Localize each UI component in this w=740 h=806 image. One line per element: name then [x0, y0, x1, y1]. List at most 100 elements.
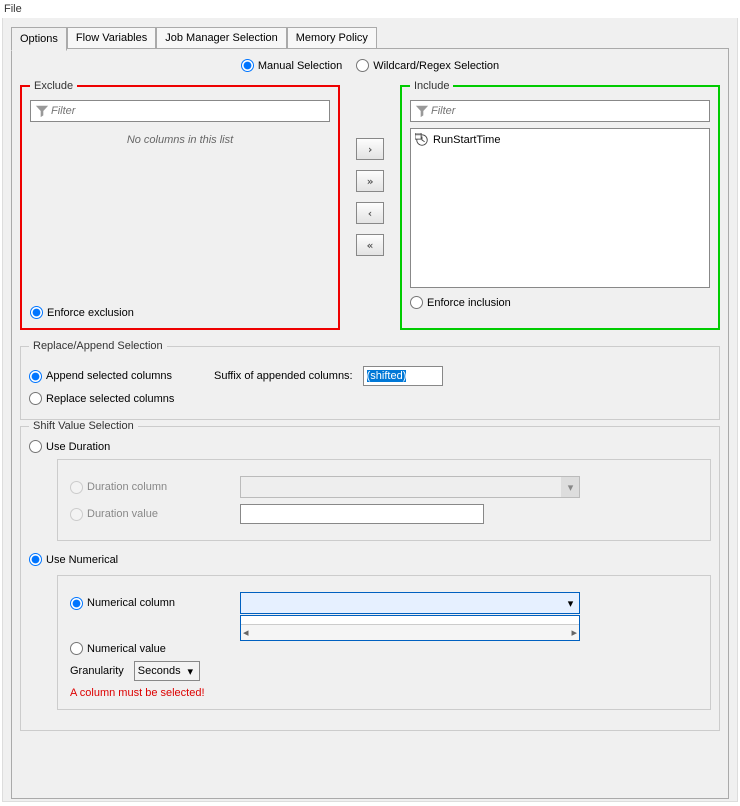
include-legend: Include [410, 80, 453, 92]
tab-memory-policy[interactable]: Memory Policy [287, 27, 377, 49]
manual-selection-radio[interactable]: Manual Selection [241, 59, 342, 72]
numerical-column-radio[interactable]: Numerical column [70, 597, 230, 610]
duration-column-input [70, 481, 83, 494]
enforce-inclusion-radio[interactable]: Enforce inclusion [410, 296, 710, 309]
dialog-window: File Options Flow Variables Job Manager … [0, 0, 740, 806]
append-columns-radio[interactable]: Append selected columns [29, 370, 204, 383]
chevron-down-icon: ▾ [561, 477, 579, 497]
include-list[interactable]: RunStartTime [410, 128, 710, 288]
duration-column-row: Duration column ▾ [70, 476, 698, 498]
use-numerical-label: Use Numerical [46, 554, 118, 566]
suffix-input[interactable]: (shifted) [363, 366, 443, 386]
tab-bar: Options Flow Variables Job Manager Selec… [11, 27, 729, 49]
enforce-exclusion-input[interactable] [30, 306, 43, 319]
exclude-empty-text: No columns in this list [127, 134, 233, 146]
numerical-column-input[interactable] [70, 597, 83, 610]
error-message: A column must be selected! [70, 687, 698, 699]
tab-flow-variables[interactable]: Flow Variables [67, 27, 156, 49]
wildcard-selection-label: Wildcard/Regex Selection [373, 60, 499, 72]
tab-job-manager[interactable]: Job Manager Selection [156, 27, 287, 49]
suffix-label: Suffix of appended columns: [214, 370, 353, 382]
replace-columns-input[interactable] [29, 392, 42, 405]
use-numerical-input[interactable] [29, 553, 42, 566]
duration-value-radio: Duration value [70, 508, 230, 521]
chevron-down-icon[interactable]: ▾ [561, 593, 579, 613]
move-buttons: › » ‹ « [340, 80, 400, 330]
scroll-right-icon[interactable]: ▸ [571, 626, 577, 639]
duration-column-dropdown: ▾ [240, 476, 580, 498]
wildcard-selection-input[interactable] [356, 59, 369, 72]
options-panel: Manual Selection Wildcard/Regex Selectio… [11, 48, 729, 799]
wildcard-selection-radio[interactable]: Wildcard/Regex Selection [356, 59, 499, 72]
numerical-column-dropdown[interactable]: ▾ ◂ ▸ [240, 592, 580, 614]
replace-row: Replace selected columns [29, 392, 711, 405]
append-row: Append selected columns Suffix of append… [29, 366, 711, 386]
exclude-filter-input[interactable] [49, 102, 325, 120]
exclude-column: Exclude No columns in this list Enforce … [20, 80, 340, 330]
enforce-exclusion-radio[interactable]: Enforce exclusion [30, 306, 330, 319]
enforce-inclusion-label: Enforce inclusion [427, 297, 511, 309]
duration-column-radio: Duration column [70, 481, 230, 494]
shift-value-legend: Shift Value Selection [29, 420, 138, 432]
dropdown-scrollbar[interactable]: ◂ ▸ [241, 624, 579, 640]
include-column: Include [400, 80, 720, 330]
move-left-button[interactable]: ‹ [356, 202, 384, 224]
duration-group: Duration column ▾ Duration value [57, 459, 711, 541]
numerical-value-row: Numerical value [70, 642, 698, 655]
column-twin-list: Exclude No columns in this list Enforce … [20, 80, 720, 330]
move-all-right-button[interactable]: » [356, 170, 384, 192]
enforce-exclusion-label: Enforce exclusion [47, 307, 134, 319]
tab-options[interactable]: Options [11, 27, 67, 51]
list-item-label: RunStartTime [433, 134, 500, 146]
append-columns-input[interactable] [29, 370, 42, 383]
include-filter-input[interactable] [429, 102, 705, 120]
include-filter[interactable] [410, 100, 710, 122]
use-duration-label: Use Duration [46, 441, 110, 453]
exclude-enforce-row: Enforce exclusion [30, 306, 330, 319]
suffix-value: (shifted) [367, 370, 407, 382]
menubar: File [0, 0, 740, 18]
replace-columns-radio[interactable]: Replace selected columns [29, 392, 174, 405]
duration-value-field [240, 504, 484, 524]
exclude-fieldset: Exclude No columns in this list Enforce … [20, 80, 340, 330]
include-enforce-row: Enforce inclusion [410, 296, 710, 309]
replace-append-legend: Replace/Append Selection [29, 340, 167, 352]
move-all-left-button[interactable]: « [356, 234, 384, 256]
numerical-column-row: Numerical column ▾ ◂ ▸ [70, 592, 698, 614]
use-duration-radio[interactable]: Use Duration [29, 440, 711, 453]
duration-value-label: Duration value [87, 508, 158, 520]
filter-icon [415, 104, 429, 118]
duration-value-input [70, 508, 83, 521]
selection-mode-row: Manual Selection Wildcard/Regex Selectio… [20, 59, 720, 72]
manual-selection-label: Manual Selection [258, 60, 342, 72]
exclude-list[interactable]: No columns in this list [30, 128, 330, 298]
exclude-legend: Exclude [30, 80, 77, 92]
move-right-button[interactable]: › [356, 138, 384, 160]
shift-value-fieldset: Shift Value Selection Use Duration Durat… [20, 420, 720, 731]
granularity-label: Granularity [70, 665, 124, 677]
enforce-inclusion-input[interactable] [410, 296, 423, 309]
granularity-row: Granularity Seconds ▾ [70, 661, 698, 681]
include-fieldset: Include [400, 80, 720, 330]
exclude-filter[interactable] [30, 100, 330, 122]
chevron-down-icon[interactable]: ▾ [181, 662, 199, 680]
numerical-value-input[interactable] [70, 642, 83, 655]
append-columns-label: Append selected columns [46, 370, 172, 382]
numerical-group: Numerical column ▾ ◂ ▸ [57, 575, 711, 710]
scroll-left-icon[interactable]: ◂ [243, 626, 249, 639]
numerical-column-label: Numerical column [87, 597, 175, 609]
replace-append-fieldset: Replace/Append Selection Append selected… [20, 340, 720, 420]
content-area: Options Flow Variables Job Manager Selec… [2, 18, 738, 802]
numerical-column-dropdown-list[interactable]: ◂ ▸ [240, 615, 580, 641]
replace-columns-label: Replace selected columns [46, 393, 174, 405]
filter-icon [35, 104, 49, 118]
list-item[interactable]: RunStartTime [413, 131, 707, 149]
manual-selection-input[interactable] [241, 59, 254, 72]
use-duration-input[interactable] [29, 440, 42, 453]
granularity-dropdown[interactable]: Seconds ▾ [134, 661, 200, 681]
datetime-icon [415, 133, 429, 147]
numerical-value-radio[interactable]: Numerical value [70, 642, 230, 655]
use-numerical-radio[interactable]: Use Numerical [29, 553, 118, 566]
numerical-value-label: Numerical value [87, 643, 166, 655]
file-menu[interactable]: File [4, 3, 22, 15]
